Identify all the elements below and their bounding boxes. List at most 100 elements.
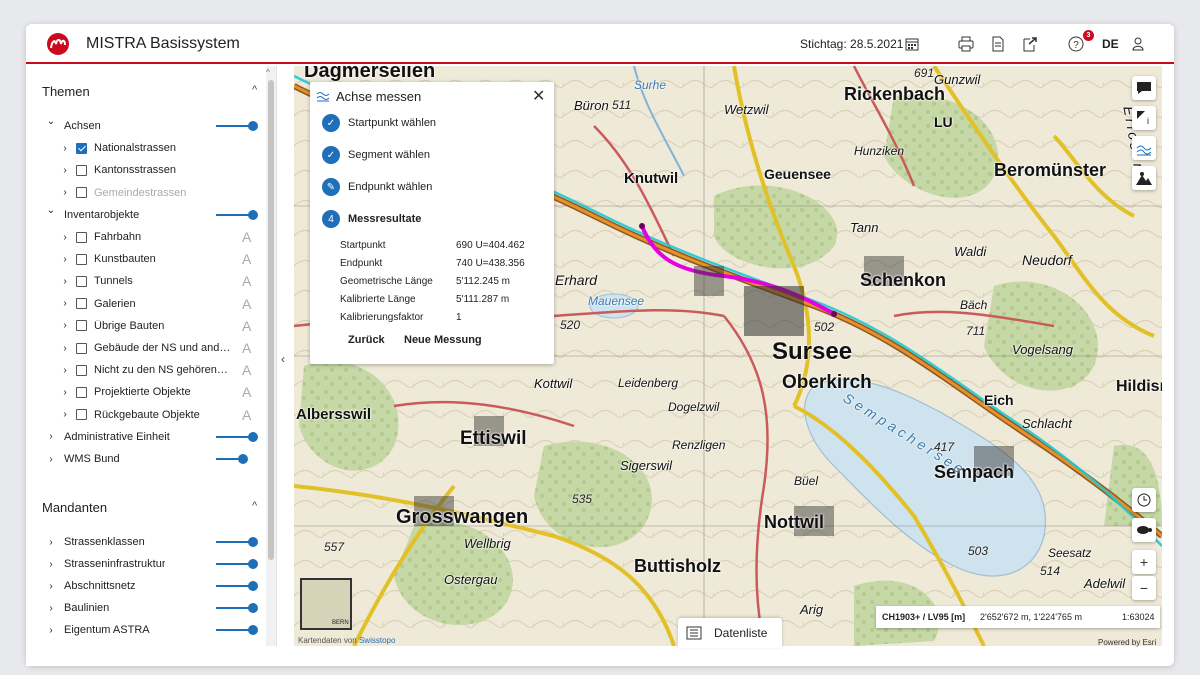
tree-item[interactable]: › WMS Bund (26, 449, 266, 469)
opacity-slider[interactable] (216, 536, 258, 548)
label-toggle-icon[interactable]: A (242, 318, 251, 334)
layer-checkbox[interactable] (76, 164, 87, 176)
new-measurement-button[interactable]: Neue Messung (404, 334, 482, 346)
slider-track[interactable] (216, 435, 252, 438)
chevron-right-icon[interactable]: › (60, 409, 70, 420)
slider-track[interactable] (216, 213, 252, 216)
chevron-right-icon[interactable]: › (46, 581, 56, 592)
scroll-up-icon[interactable]: ^ (266, 68, 270, 77)
turtle-icon[interactable] (1132, 518, 1156, 542)
chevron-right-icon[interactable]: › (60, 298, 70, 309)
tree-item[interactable]: › Kunstbauten A (26, 249, 266, 269)
chevron-down-icon[interactable]: ⌄ (46, 205, 56, 216)
label-toggle-icon[interactable]: A (242, 407, 251, 423)
chevron-right-icon[interactable]: › (46, 603, 56, 614)
chevron-right-icon[interactable]: › (46, 431, 56, 442)
label-toggle-icon[interactable]: A (242, 229, 251, 245)
label-toggle-icon[interactable]: A (242, 251, 251, 267)
chevron-right-icon[interactable]: › (60, 320, 70, 331)
chevron-right-icon[interactable]: › (46, 625, 56, 636)
document-icon[interactable] (988, 34, 1008, 54)
zoom-out-icon[interactable]: − (1132, 576, 1156, 600)
sidebar-collapse-handle[interactable]: ‹ (276, 66, 294, 646)
opacity-slider[interactable] (216, 580, 258, 592)
chevron-right-icon[interactable]: › (60, 254, 70, 265)
chevron-right-icon[interactable]: › (60, 165, 70, 176)
terrain-icon[interactable] (1132, 166, 1156, 190)
language-switch[interactable]: DE (1102, 37, 1119, 51)
slider-knob[interactable] (248, 603, 258, 613)
layer-checkbox[interactable] (76, 298, 87, 310)
tree-item[interactable]: › Administrative Einheit (26, 427, 266, 447)
tree-item[interactable]: › Gebäude der NS und andere ... A (26, 338, 266, 358)
chevron-right-icon[interactable]: › (60, 276, 70, 287)
layer-checkbox[interactable] (76, 364, 87, 376)
tree-item[interactable]: › Nicht zu den NS gehörende ... A (26, 360, 266, 380)
sidebar-scroll-thumb[interactable] (268, 80, 274, 560)
chevron-right-icon[interactable]: › (60, 143, 70, 154)
slider-knob[interactable] (248, 581, 258, 591)
mandant-item[interactable]: › Strassenklassen (26, 532, 266, 552)
comment-icon[interactable] (1132, 76, 1156, 100)
chevron-right-icon[interactable]: › (60, 365, 70, 376)
map-scale[interactable]: 1:63024 (1122, 612, 1155, 622)
mandant-item[interactable]: › Baulinien (26, 598, 266, 618)
label-toggle-icon[interactable]: A (242, 296, 251, 312)
opacity-slider[interactable] (216, 602, 258, 614)
chevron-right-icon[interactable]: › (60, 387, 70, 398)
slider-track[interactable] (216, 607, 252, 609)
label-toggle-icon[interactable]: A (242, 273, 251, 289)
slider-knob[interactable] (248, 559, 258, 569)
layer-checkbox[interactable] (76, 275, 87, 287)
layer-checkbox[interactable] (76, 187, 87, 199)
close-icon[interactable]: ✕ (532, 86, 545, 106)
slider-track[interactable] (216, 629, 252, 631)
slider-knob[interactable] (248, 537, 258, 547)
coord-system[interactable]: CH1903+ / LV95 [m] (882, 612, 965, 622)
slider-track[interactable] (216, 585, 252, 587)
tree-item[interactable]: › Projektierte Objekte A (26, 382, 266, 402)
calendar-icon[interactable] (902, 34, 922, 54)
tree-item[interactable]: › Rückgebaute Objekte A (26, 405, 266, 425)
chevron-right-icon[interactable]: › (46, 537, 56, 548)
opacity-slider[interactable] (216, 624, 258, 636)
slider-track[interactable] (216, 125, 252, 127)
back-button[interactable]: Zurück (348, 334, 385, 346)
mandant-item[interactable]: › Eigentum ASTRA (26, 620, 266, 640)
tree-item[interactable]: › Fahrbahn A (26, 227, 266, 247)
attribution-link[interactable]: Swisstopo (359, 636, 395, 645)
chevron-right-icon[interactable]: › (60, 187, 70, 198)
opacity-slider[interactable] (216, 120, 258, 132)
mandant-item[interactable]: › Abschnittsnetz (26, 576, 266, 596)
layer-checkbox[interactable] (76, 386, 87, 398)
overview-minimap[interactable]: BERN (300, 578, 352, 630)
layer-checkbox[interactable] (76, 342, 87, 354)
print-icon[interactable] (956, 34, 976, 54)
opacity-slider[interactable] (216, 558, 258, 570)
opacity-slider[interactable] (216, 453, 256, 465)
history-icon[interactable] (1132, 488, 1156, 512)
tree-item[interactable]: › Tunnels A (26, 271, 266, 291)
slider-knob[interactable] (248, 209, 258, 220)
slider-knob[interactable] (248, 431, 258, 442)
zoom-in-icon[interactable]: + (1132, 550, 1156, 574)
chevron-right-icon[interactable]: › (46, 454, 56, 465)
tree-item[interactable]: › Nationalstrassen (26, 138, 266, 158)
label-toggle-icon[interactable]: A (242, 384, 251, 400)
export-icon[interactable] (1020, 34, 1040, 54)
tree-item[interactable]: › Kantonsstrassen (26, 160, 266, 180)
layer-checkbox[interactable] (76, 142, 87, 154)
user-icon[interactable] (1128, 34, 1148, 54)
slider-knob[interactable] (248, 121, 258, 131)
info-tool-icon[interactable]: i (1132, 106, 1156, 130)
chevron-right-icon[interactable]: › (60, 232, 70, 243)
slider-knob[interactable] (238, 454, 248, 464)
layer-checkbox[interactable] (76, 409, 87, 421)
opacity-slider[interactable] (216, 431, 258, 443)
datenliste-button[interactable]: Datenliste (678, 618, 782, 648)
tree-item[interactable]: ⌄ Inventarobjekte (26, 205, 266, 225)
layer-checkbox[interactable] (76, 231, 87, 243)
layer-checkbox[interactable] (76, 253, 87, 265)
tree-item[interactable]: › Übrige Bauten A (26, 316, 266, 336)
tree-item[interactable]: › Gemeindestrassen (26, 183, 266, 203)
